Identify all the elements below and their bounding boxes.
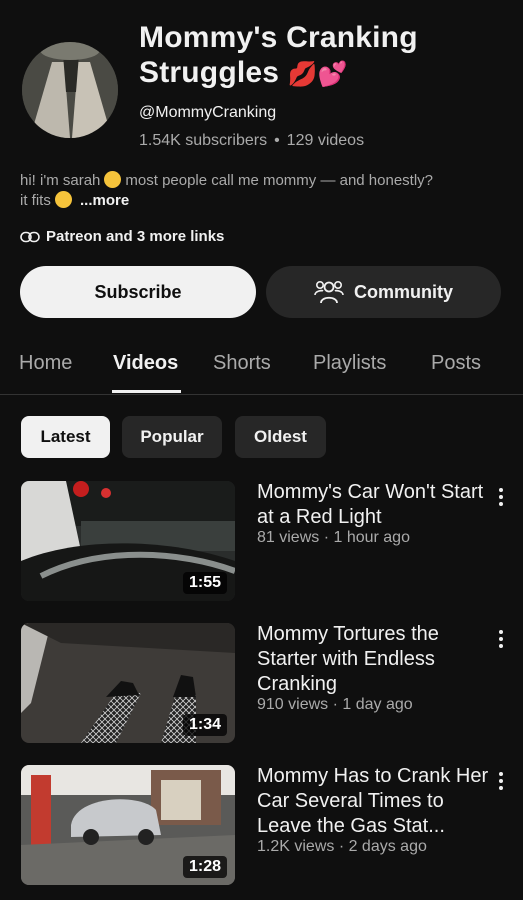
links-label: Patreon and 3 more links — [46, 228, 225, 245]
channel-avatar[interactable] — [22, 42, 118, 138]
channel-title-line2: Struggles — [139, 56, 280, 89]
subscribe-button[interactable]: Subscribe — [20, 266, 256, 318]
channel-description[interactable]: hi! i'm sarah most people call me mommy —… — [20, 171, 510, 211]
channel-handle: @MommyCranking — [139, 104, 277, 121]
channel-header: Mommy's Cranking Struggles 💋💕 @MommyCran… — [0, 0, 523, 160]
video-item[interactable]: 1:55 Mommy's Car Won't Start at a Red Li… — [0, 481, 523, 606]
video-item[interactable]: 1:28 Mommy Has to Crank Her Car Several … — [0, 765, 523, 890]
video-thumbnail[interactable]: 1:55 — [21, 481, 235, 601]
community-button[interactable]: Community — [266, 266, 501, 318]
more-vert-icon[interactable] — [494, 485, 508, 511]
active-tab-indicator — [112, 390, 181, 393]
description-text-2: most people call me mommy — and honestly… — [125, 172, 434, 189]
subscriber-count: 1.54K subscribers — [139, 132, 268, 149]
video-duration: 1:28 — [182, 856, 227, 878]
blushing-face-emoji-icon — [54, 191, 72, 208]
channel-title-line1: Mommy's Cranking — [139, 21, 418, 54]
description-text-3: it fits — [20, 192, 51, 209]
channel-links[interactable]: Patreon and 3 more links — [20, 228, 224, 245]
video-title: Mommy Has to Crank Her Car Several Times… — [257, 765, 489, 837]
video-title-block[interactable]: Mommy Tortures the Starter with Endless … — [257, 622, 489, 715]
video-title: Mommy Tortures the Starter with Endless … — [257, 623, 439, 695]
video-title-block[interactable]: Mommy's Car Won't Start at a Red Light 8… — [257, 480, 489, 548]
filter-oldest[interactable]: Oldest — [235, 416, 326, 458]
filter-popular[interactable]: Popular — [122, 416, 222, 458]
relieved-face-emoji-icon — [104, 171, 122, 188]
video-thumbnail[interactable]: 1:34 — [21, 623, 235, 743]
video-title-block[interactable]: Mommy Has to Crank Her Car Several Times… — [257, 764, 489, 857]
kiss-heart-emoji-icon: 💋💕 — [287, 60, 348, 88]
tab-home[interactable]: Home — [19, 352, 72, 375]
people-icon — [314, 280, 344, 304]
tab-playlists[interactable]: Playlists — [313, 352, 386, 375]
video-meta: 910 views · 1 day ago — [257, 696, 413, 713]
description-text-1: hi! i'm sarah — [20, 172, 101, 189]
channel-stats: 1.54K subscribers • 129 videos — [139, 132, 365, 149]
video-duration: 1:55 — [182, 572, 227, 594]
more-vert-icon[interactable] — [494, 627, 508, 653]
tab-shorts[interactable]: Shorts — [213, 352, 271, 375]
link-icon — [20, 231, 40, 242]
video-meta: 1.2K views · 2 days ago — [257, 838, 427, 855]
tab-posts[interactable]: Posts — [431, 352, 481, 375]
video-item[interactable]: 1:34 Mommy Tortures the Starter with End… — [0, 623, 523, 748]
more-link[interactable]: ...more — [80, 192, 129, 209]
tab-videos[interactable]: Videos — [113, 352, 178, 375]
video-thumbnail[interactable]: 1:28 — [21, 765, 235, 885]
channel-title: Mommy's Cranking Struggles 💋💕 — [139, 20, 509, 92]
video-title: Mommy's Car Won't Start at a Red Light — [257, 481, 484, 528]
more-vert-icon[interactable] — [494, 769, 508, 795]
community-label: Community — [354, 281, 453, 302]
channel-tabs: Home Videos Shorts Playlists Posts — [0, 340, 523, 395]
subscribe-label: Subscribe — [94, 281, 182, 302]
video-count: 129 videos — [286, 132, 365, 149]
video-meta: 81 views · 1 hour ago — [257, 529, 410, 546]
video-duration: 1:34 — [182, 714, 227, 736]
filter-latest[interactable]: Latest — [21, 416, 110, 458]
